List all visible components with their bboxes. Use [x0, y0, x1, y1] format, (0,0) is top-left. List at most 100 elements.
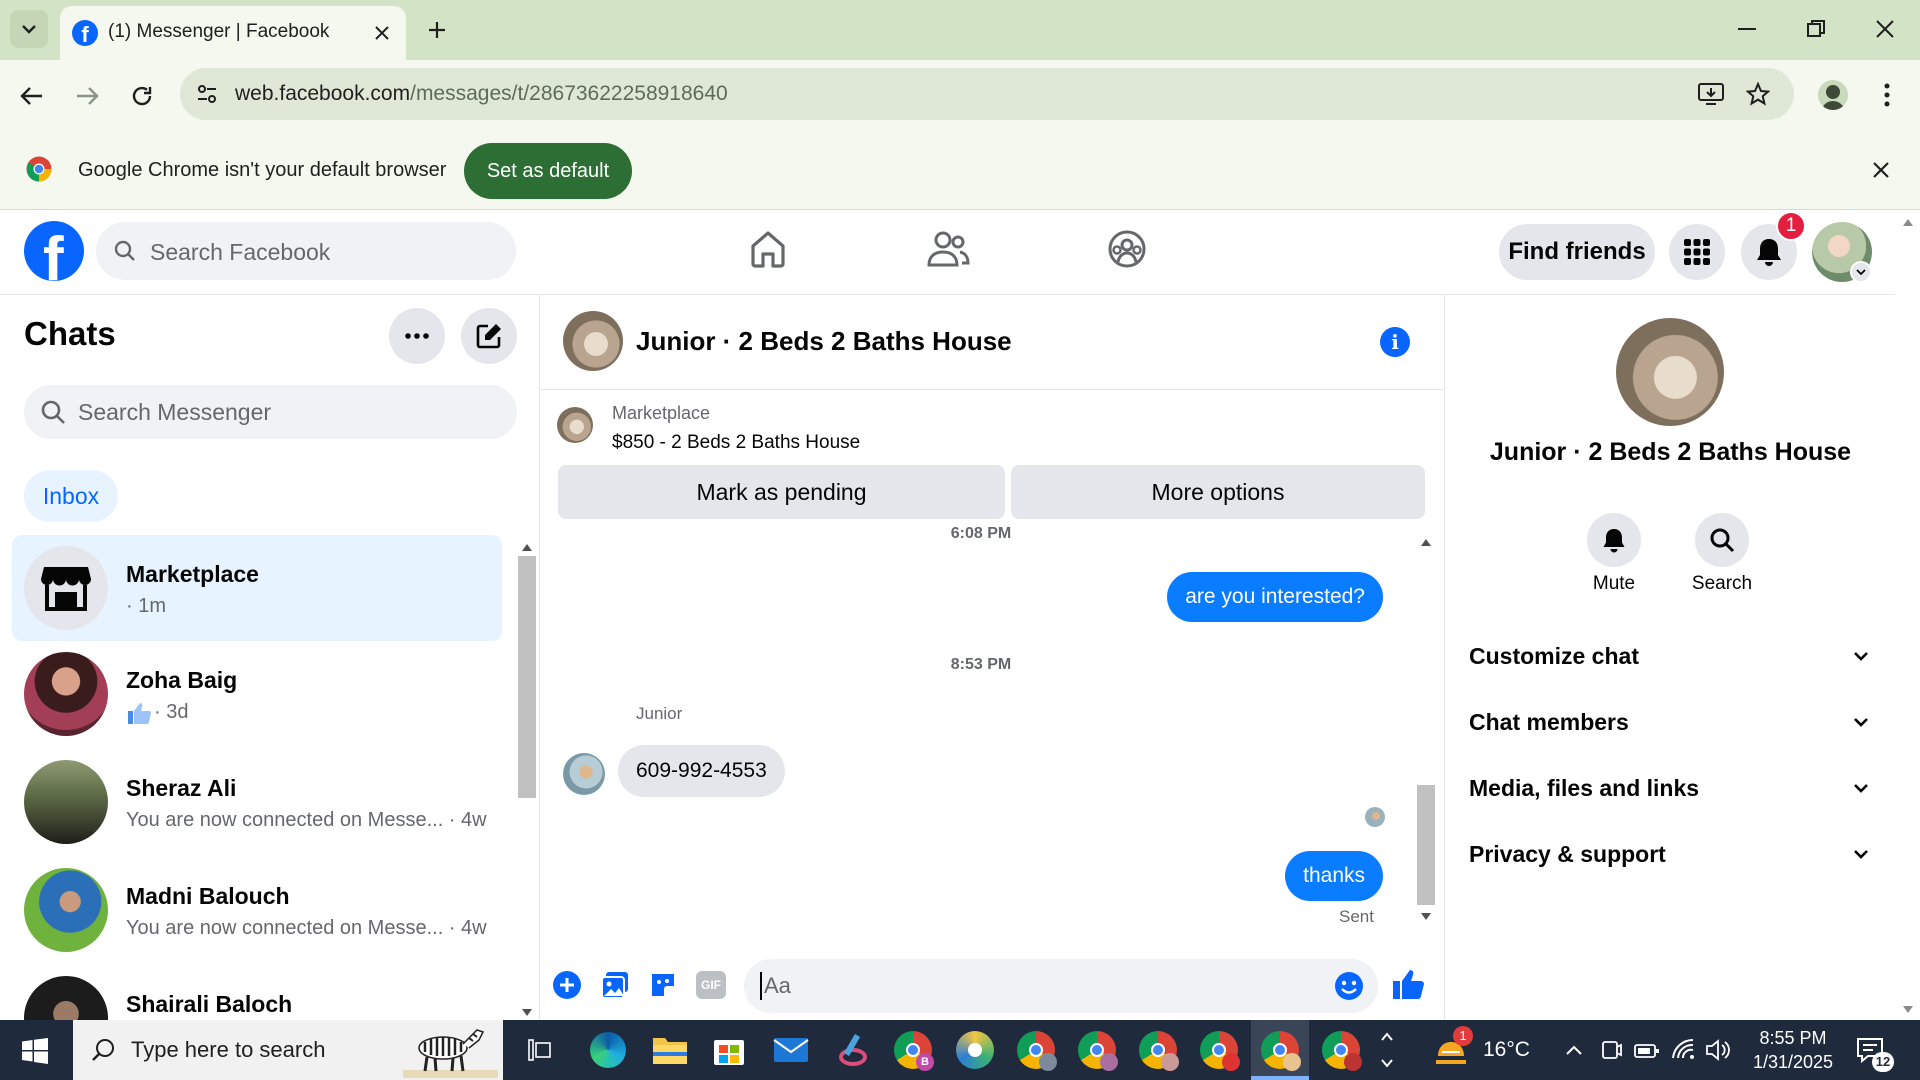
thread-scrollbar[interactable]	[1415, 535, 1437, 925]
sticker-icon[interactable]	[648, 970, 678, 1000]
plus-circle-icon[interactable]	[552, 970, 582, 1000]
url-domain: web.facebook.com	[235, 82, 411, 105]
reload-icon[interactable]	[130, 84, 154, 108]
chat-members-section[interactable]: Chat members	[1469, 702, 1869, 742]
chat-item-madni-balouch[interactable]: Madni Balouch You are now connected on M…	[12, 857, 502, 963]
facebook-logo-icon[interactable]: f	[24, 221, 84, 281]
gif-icon[interactable]: GIF	[696, 971, 726, 999]
chat-preview: You are now connected on Messe... · 4w	[126, 809, 487, 831]
account-chevron-icon[interactable]	[1850, 261, 1872, 283]
chat-item-shairali-baloch[interactable]: Shairali Baloch	[12, 965, 502, 1020]
taskbar-search-box[interactable]: Type here to search	[73, 1020, 503, 1080]
conversation-avatar[interactable]	[563, 311, 623, 371]
install-app-icon[interactable]	[1698, 82, 1724, 106]
search-in-conversation-button[interactable]	[1695, 513, 1749, 567]
facebook-search-input[interactable]: Search Facebook	[96, 222, 516, 280]
scroll-up-arrow-icon	[1421, 539, 1431, 546]
section-label: Privacy & support	[1469, 840, 1666, 867]
address-bar[interactable]: web.facebook.com/messages/t/286736222589…	[180, 68, 1794, 120]
conversation-title[interactable]: Junior · 2 Beds 2 Baths House	[636, 326, 1012, 357]
compose-icon	[476, 324, 501, 349]
tab-search-button[interactable]	[10, 10, 48, 48]
restore-icon[interactable]	[1807, 20, 1825, 38]
more-options-button[interactable]: More options	[1011, 465, 1425, 519]
active-chrome-window[interactable]	[1251, 1020, 1309, 1080]
friends-icon[interactable]	[926, 229, 970, 269]
new-message-button[interactable]	[461, 308, 517, 364]
chevron-down-icon	[1854, 718, 1868, 727]
info-icon[interactable]: i	[1380, 327, 1410, 357]
chat-name: Zoha Baig	[126, 667, 238, 693]
tab-title: (1) Messenger | Facebook	[108, 21, 330, 42]
outgoing-message[interactable]: are you interested?	[1167, 572, 1383, 622]
weather-temp[interactable]: 16°C	[1483, 1038, 1530, 1062]
close-window-icon[interactable]	[1876, 20, 1894, 38]
find-friends-button[interactable]: Find friends	[1499, 224, 1655, 280]
mute-button[interactable]	[1587, 513, 1641, 567]
section-label: Chat members	[1469, 708, 1629, 735]
chrome-window-icon[interactable]	[1139, 1031, 1179, 1071]
chrome-window-icon[interactable]	[1322, 1031, 1362, 1071]
close-tab-icon[interactable]	[374, 25, 390, 41]
chat-item-sheraz-ali[interactable]: Sheraz Ali You are now connected on Mess…	[12, 749, 502, 855]
outgoing-message[interactable]: thanks	[1285, 851, 1383, 901]
meet-now-icon[interactable]	[1600, 1038, 1622, 1062]
emoji-icon[interactable]	[1334, 971, 1364, 1001]
active-tab[interactable]: f (1) Messenger | Facebook	[60, 6, 406, 60]
wifi-icon[interactable]	[1670, 1038, 1696, 1060]
marketplace-avatar	[24, 546, 108, 630]
customize-chat-section[interactable]: Customize chat	[1469, 636, 1869, 676]
chrome-window-icon[interactable]	[1200, 1031, 1240, 1071]
chat-item-marketplace[interactable]: Marketplace · 1m	[12, 535, 502, 641]
snipping-tool-icon[interactable]	[835, 1032, 871, 1068]
file-explorer-icon[interactable]	[652, 1034, 688, 1066]
scroll-down-arrow-icon	[1903, 1006, 1913, 1013]
chrome-window-icon[interactable]	[1017, 1031, 1057, 1071]
photo-icon[interactable]	[600, 970, 630, 1000]
mail-icon[interactable]	[773, 1036, 809, 1064]
volume-icon[interactable]	[1705, 1038, 1731, 1062]
listing-title[interactable]: $850 - 2 Beds 2 Baths House	[612, 432, 860, 454]
microsoft-store-icon[interactable]	[713, 1034, 745, 1066]
home-icon[interactable]	[748, 229, 788, 269]
chrome-canary-icon[interactable]	[956, 1031, 994, 1069]
chrome-window-icon[interactable]	[1078, 1031, 1118, 1071]
privacy-support-section[interactable]: Privacy & support	[1469, 834, 1869, 874]
edge-icon[interactable]	[590, 1032, 626, 1068]
close-infobar-icon[interactable]	[1873, 162, 1889, 178]
incoming-message[interactable]: 609-992-4553	[618, 745, 785, 797]
chat-item-zoha-baig[interactable]: Zoha Baig · 3d	[12, 641, 502, 747]
site-info-icon[interactable]	[196, 83, 218, 105]
mark-as-pending-button[interactable]: Mark as pending	[558, 465, 1005, 519]
profile-avatar-icon[interactable]	[1818, 80, 1848, 110]
task-view-icon[interactable]	[527, 1038, 553, 1062]
windows-taskbar: Type here to search B 1 16°C 8:55 PM 1/3…	[0, 1020, 1920, 1080]
page-scrollbar[interactable]	[1895, 211, 1920, 1020]
menu-button[interactable]	[1669, 224, 1725, 280]
like-thumb-icon[interactable]	[1391, 967, 1425, 1001]
bookmark-star-icon[interactable]	[1746, 82, 1770, 106]
messenger-search-input[interactable]: Search Messenger	[24, 385, 517, 439]
minimize-icon[interactable]	[1738, 28, 1756, 32]
browser-tab-bar: f (1) Messenger | Facebook	[0, 0, 1920, 60]
groups-icon[interactable]	[1107, 229, 1147, 269]
back-arrow-icon[interactable]	[20, 86, 44, 106]
chrome-profile-b-icon[interactable]: B	[894, 1031, 934, 1071]
new-tab-icon[interactable]	[427, 20, 447, 40]
thread-scroll-thumb[interactable]	[1417, 785, 1435, 905]
set-as-default-button[interactable]: Set as default	[464, 143, 632, 199]
show-hidden-icons-icon[interactable]	[1565, 1044, 1583, 1056]
forward-arrow-icon[interactable]	[75, 86, 99, 106]
chats-scroll-thumb[interactable]	[518, 556, 536, 798]
inbox-tab[interactable]: Inbox	[24, 470, 118, 522]
chat-time: · 3d	[154, 701, 189, 723]
chats-options-button[interactable]	[389, 308, 445, 364]
taskbar-clock[interactable]: 8:55 PM 1/31/2025	[1748, 1026, 1838, 1074]
kebab-menu-icon[interactable]	[1884, 83, 1890, 107]
chats-scrollbar[interactable]	[516, 540, 538, 1020]
battery-icon[interactable]	[1634, 1040, 1660, 1060]
message-input[interactable]: Aa	[744, 959, 1378, 1013]
media-files-links-section[interactable]: Media, files and links	[1469, 768, 1869, 808]
windows-start-icon[interactable]	[22, 1038, 48, 1064]
taskbar-overflow-icon[interactable]	[1380, 1028, 1394, 1072]
